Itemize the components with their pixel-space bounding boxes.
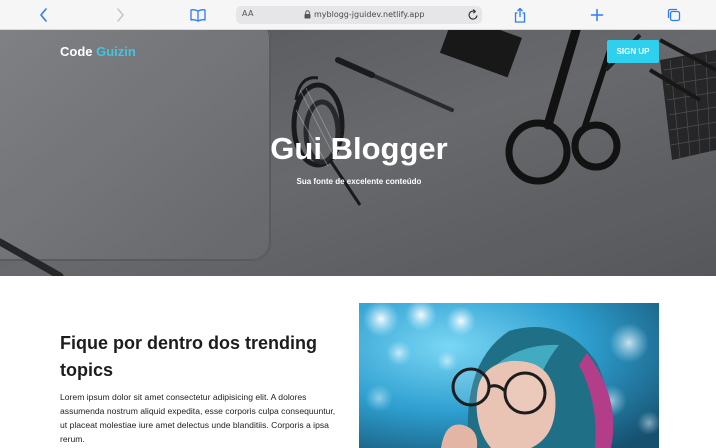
reload-icon[interactable] [467, 8, 479, 22]
section-paragraph: Lorem ipsum dolor sit amet consectetur a… [60, 392, 336, 444]
trending-photo [359, 303, 659, 448]
tabs-icon [667, 8, 681, 22]
brand-logo[interactable]: Code Guizin [60, 44, 136, 59]
brand-accent: Guizin [96, 44, 136, 59]
address-bar[interactable]: AA myblogg-jguidev.netlify.app [236, 6, 482, 24]
tabs-button[interactable] [664, 5, 684, 25]
bookmarks-button[interactable] [188, 5, 208, 25]
share-button[interactable] [510, 5, 530, 25]
back-icon [40, 8, 47, 22]
new-tab-icon [590, 8, 604, 22]
share-icon [514, 7, 526, 23]
browser-toolbar: AA myblogg-jguidev.netlify.app [0, 0, 716, 30]
signup-button[interactable]: SIGN UP [607, 40, 659, 63]
reader-options-button[interactable]: AA [242, 9, 254, 18]
url-text: myblogg-jguidev.netlify.app [314, 10, 425, 19]
section-heading: Fique por dentro dos trending topics [60, 333, 317, 380]
bookmarks-icon [190, 9, 206, 22]
back-button[interactable] [34, 5, 54, 25]
brand-primary: Code [60, 44, 93, 59]
forward-button[interactable] [110, 5, 130, 25]
hero-title: Gui Blogger [270, 131, 448, 166]
forward-icon [117, 8, 124, 22]
woman-portrait-image [359, 303, 659, 448]
hero-subtitle: Sua fonte de excelente conteúdo [296, 177, 422, 186]
new-tab-button[interactable] [587, 5, 607, 25]
lock-icon [304, 10, 311, 19]
hero-section: Code Guizin SIGN UP Gui Blogger Sua font… [0, 30, 716, 276]
